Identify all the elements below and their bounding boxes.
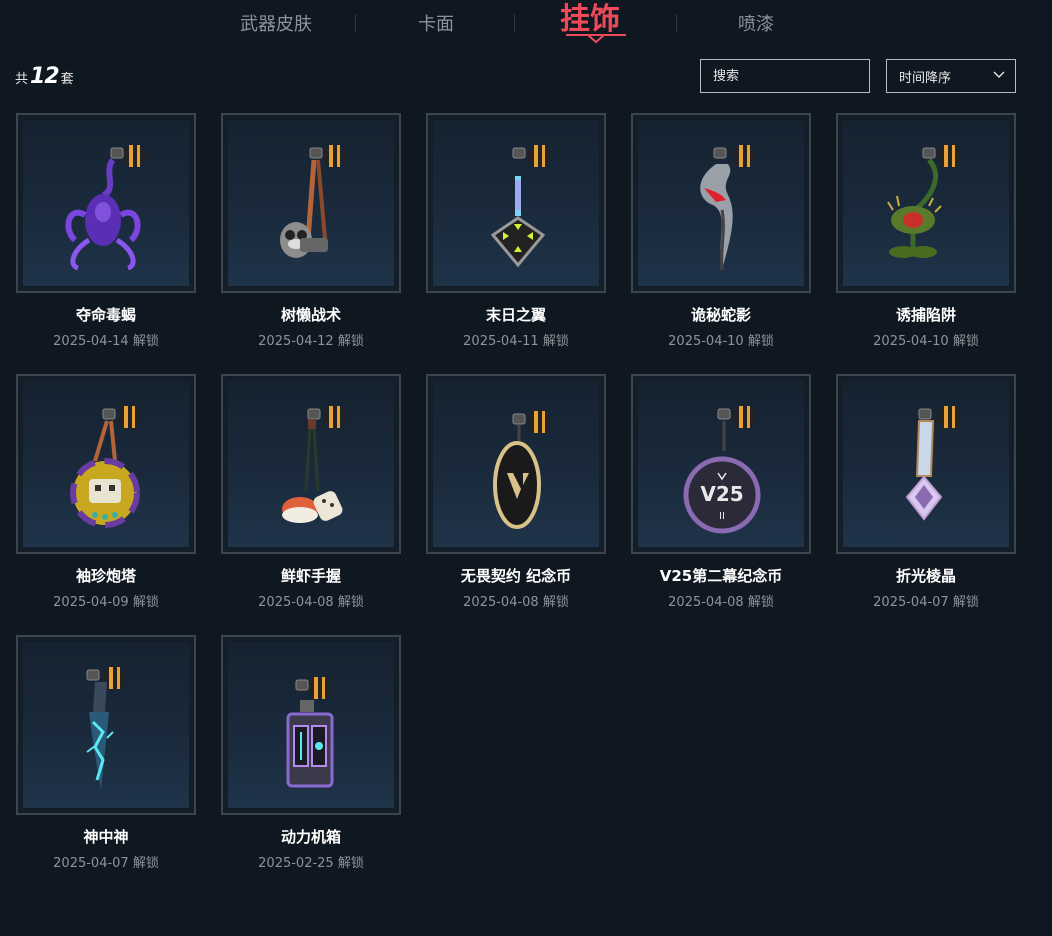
- tab-cards[interactable]: 卡面: [418, 10, 454, 36]
- search-input[interactable]: [700, 59, 870, 93]
- charm-name: 诡秘蛇影: [690, 306, 751, 324]
- charm-thumbnail[interactable]: [16, 113, 196, 293]
- charm-unlock-date: 2025-04-10 解锁: [668, 334, 774, 349]
- charm-card[interactable]: 夺命毒蝎 2025-04-14 解锁: [16, 113, 196, 363]
- charm-card[interactable]: 诡秘蛇影 2025-04-10 解锁: [631, 113, 811, 363]
- count-suffix: 套: [60, 72, 74, 87]
- charm-thumbnail[interactable]: [836, 374, 1016, 554]
- charm-name: 树懒战术: [280, 306, 341, 324]
- charm-thumbnail[interactable]: [836, 113, 1016, 293]
- charm-name: 鲜虾手握: [280, 567, 341, 585]
- charm-card[interactable]: 诱捕陷阱 2025-04-10 解锁: [836, 113, 1016, 363]
- charm-unlock-date: 2025-02-25 解锁: [258, 856, 364, 871]
- charm-name: 诱捕陷阱: [895, 306, 956, 324]
- charm-unlock-date: 2025-04-09 解锁: [53, 595, 159, 610]
- chevron-down-icon: [993, 71, 1005, 78]
- charm-unlock-date: 2025-04-08 解锁: [463, 595, 569, 610]
- charm-thumbnail[interactable]: [221, 374, 401, 554]
- charm-thumbnail[interactable]: [221, 113, 401, 293]
- charm-thumbnail[interactable]: V25 II: [631, 374, 811, 554]
- shrimp-sushi-charm-icon: [282, 406, 345, 523]
- charm-card[interactable]: 树懒战术 2025-04-12 解锁: [221, 113, 401, 363]
- serpent-shadow-charm-icon: [700, 145, 755, 271]
- v25-coin-charm-icon: V25 II: [683, 406, 761, 534]
- charm-unlock-date: 2025-04-07 解锁: [873, 595, 979, 610]
- sort-selected-label: 时间降序: [899, 70, 952, 86]
- charm-name: 末日之翼: [485, 306, 546, 324]
- doom-wing-charm-icon: [490, 145, 550, 268]
- sloth-charm-icon: [280, 145, 345, 258]
- category-tabs: 武器皮肤 卡面 挂饰 喷漆: [0, 0, 1052, 46]
- charm-name: V25第二幕纪念币: [659, 567, 783, 585]
- charm-card[interactable]: 动力机箱 2025-02-25 解锁: [221, 635, 401, 885]
- charm-thumbnail[interactable]: [426, 374, 606, 554]
- charm-name: 折光棱晶: [895, 567, 956, 585]
- sort-dropdown[interactable]: 时间降序: [886, 59, 1016, 93]
- active-tab-indicator: [566, 34, 626, 44]
- charm-name: 夺命毒蝎: [75, 306, 136, 324]
- charm-card[interactable]: 神中神 2025-04-07 解锁: [16, 635, 196, 885]
- count-prefix: 共: [15, 72, 29, 87]
- flytrap-charm-icon: [887, 145, 960, 258]
- charm-unlock-date: 2025-04-07 解锁: [53, 856, 159, 871]
- spectral-blade-charm-icon: [86, 667, 125, 790]
- charm-thumbnail[interactable]: [221, 635, 401, 815]
- count-number: 12: [30, 64, 60, 89]
- charm-thumbnail[interactable]: [426, 113, 606, 293]
- charm-name: 神中神: [83, 828, 129, 846]
- prism-crystal-charm-icon: [905, 406, 960, 521]
- svg-text:II: II: [719, 511, 725, 522]
- tab-divider: [355, 14, 356, 32]
- charm-unlock-date: 2025-04-12 解锁: [258, 334, 364, 349]
- charm-thumbnail[interactable]: [16, 635, 196, 815]
- charm-card[interactable]: 折光棱晶 2025-04-07 解锁: [836, 374, 1016, 624]
- charm-card[interactable]: V25 II V25第二幕纪念币 2025-04-08 解锁: [631, 374, 811, 624]
- tab-sprays[interactable]: 喷漆: [738, 10, 774, 36]
- charm-unlock-date: 2025-04-08 解锁: [258, 595, 364, 610]
- charm-unlock-date: 2025-04-08 解锁: [668, 595, 774, 610]
- charm-card[interactable]: 袖珍炮塔 2025-04-09 解锁: [16, 374, 196, 624]
- charm-thumbnail[interactable]: [16, 374, 196, 554]
- total-count: 共 12 套: [15, 64, 74, 89]
- charm-card[interactable]: 无畏契约 纪念币 2025-04-08 解锁: [426, 374, 606, 624]
- charm-card[interactable]: 鲜虾手握 2025-04-08 解锁: [221, 374, 401, 624]
- charm-unlock-date: 2025-04-10 解锁: [873, 334, 979, 349]
- valorant-coin-charm-icon: [493, 411, 550, 529]
- charm-name: 无畏契约 纪念币: [460, 567, 572, 585]
- tab-divider: [676, 14, 677, 32]
- tab-divider: [514, 14, 515, 32]
- charm-name: 动力机箱: [280, 828, 341, 846]
- charm-card[interactable]: 末日之翼 2025-04-11 解锁: [426, 113, 606, 363]
- charm-name: 袖珍炮塔: [75, 567, 136, 585]
- power-box-charm-icon: [286, 677, 334, 788]
- charm-unlock-date: 2025-04-14 解锁: [53, 334, 159, 349]
- pocket-turret-charm-icon: [70, 406, 140, 528]
- scorpion-charm-icon: [65, 145, 145, 271]
- svg-text:V25: V25: [700, 482, 743, 506]
- charm-unlock-date: 2025-04-11 解锁: [463, 334, 569, 349]
- tab-weapon-skins[interactable]: 武器皮肤: [240, 10, 312, 36]
- charm-thumbnail[interactable]: [631, 113, 811, 293]
